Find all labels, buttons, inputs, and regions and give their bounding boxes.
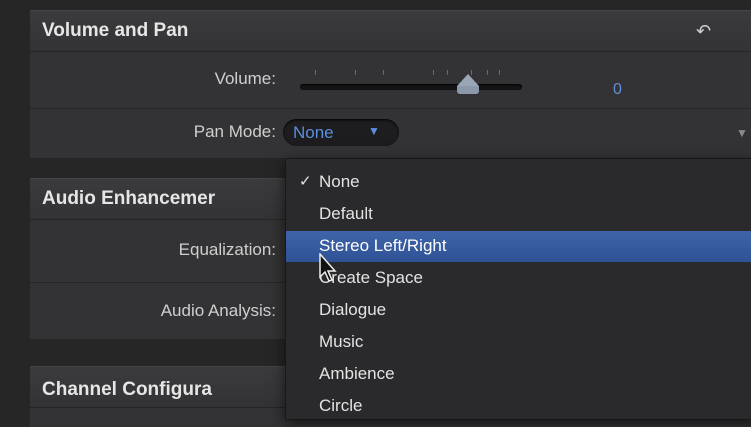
menu-item-label: Music <box>319 332 364 351</box>
menu-item-label: Default <box>319 204 373 223</box>
pan-mode-menu: ✓ None Default Stereo Left/Right Create … <box>285 158 751 420</box>
volume-slider-thumb[interactable] <box>457 74 479 86</box>
pan-mode-label: Pan Mode: <box>193 122 276 141</box>
menu-item-music[interactable]: Music <box>286 327 751 358</box>
audio-analysis-label: Audio Analysis: <box>160 301 276 320</box>
menu-item-none[interactable]: ✓ None <box>286 167 751 198</box>
menu-item-label: Ambience <box>319 364 395 383</box>
menu-item-label: Dialogue <box>319 300 387 319</box>
menu-item-dialogue[interactable]: Dialogue <box>286 295 751 326</box>
volume-value[interactable]: 0 <box>613 81 622 99</box>
menu-item-ambience[interactable]: Ambience <box>286 359 751 390</box>
menu-item-default[interactable]: Default <box>286 199 751 230</box>
volume-slider-thumb-body[interactable] <box>457 86 479 94</box>
pan-mode-select[interactable]: None ▼ <box>283 119 399 146</box>
checkmark-icon: ✓ <box>299 173 312 190</box>
volume-row: Volume: 0 <box>30 52 751 109</box>
menu-item-create-space[interactable]: Create Space <box>286 263 751 294</box>
section-title: Volume and Pan <box>42 20 189 41</box>
chevron-down-icon: ▼ <box>368 124 380 138</box>
mouse-pointer-icon <box>319 253 337 282</box>
volume-ticks <box>315 70 515 78</box>
menu-item-label: Stereo Left/Right <box>319 236 447 255</box>
reset-icon[interactable]: ↶ <box>696 21 711 42</box>
section-title: Audio Enhancemer <box>42 188 216 209</box>
volume-pan-section: Volume and Pan ↶ Volume: 0 Pan Mode: Non… <box>30 10 751 158</box>
menu-item-stereo-left-right[interactable]: Stereo Left/Right <box>286 231 751 262</box>
volume-pan-header[interactable]: Volume and Pan ↶ <box>30 11 751 52</box>
pan-mode-value: None <box>293 123 334 142</box>
volume-slider[interactable] <box>300 84 522 90</box>
pan-mode-row: Pan Mode: None ▼ ▼ <box>30 109 751 157</box>
menu-item-label: Circle <box>319 396 363 415</box>
menu-item-circle[interactable]: Circle <box>286 391 751 422</box>
section-title: Channel Configura <box>42 379 212 400</box>
chevron-down-icon[interactable]: ▼ <box>736 126 748 140</box>
volume-label: Volume: <box>214 69 276 88</box>
equalization-label: Equalization: <box>178 240 276 259</box>
menu-item-label: None <box>319 172 360 191</box>
